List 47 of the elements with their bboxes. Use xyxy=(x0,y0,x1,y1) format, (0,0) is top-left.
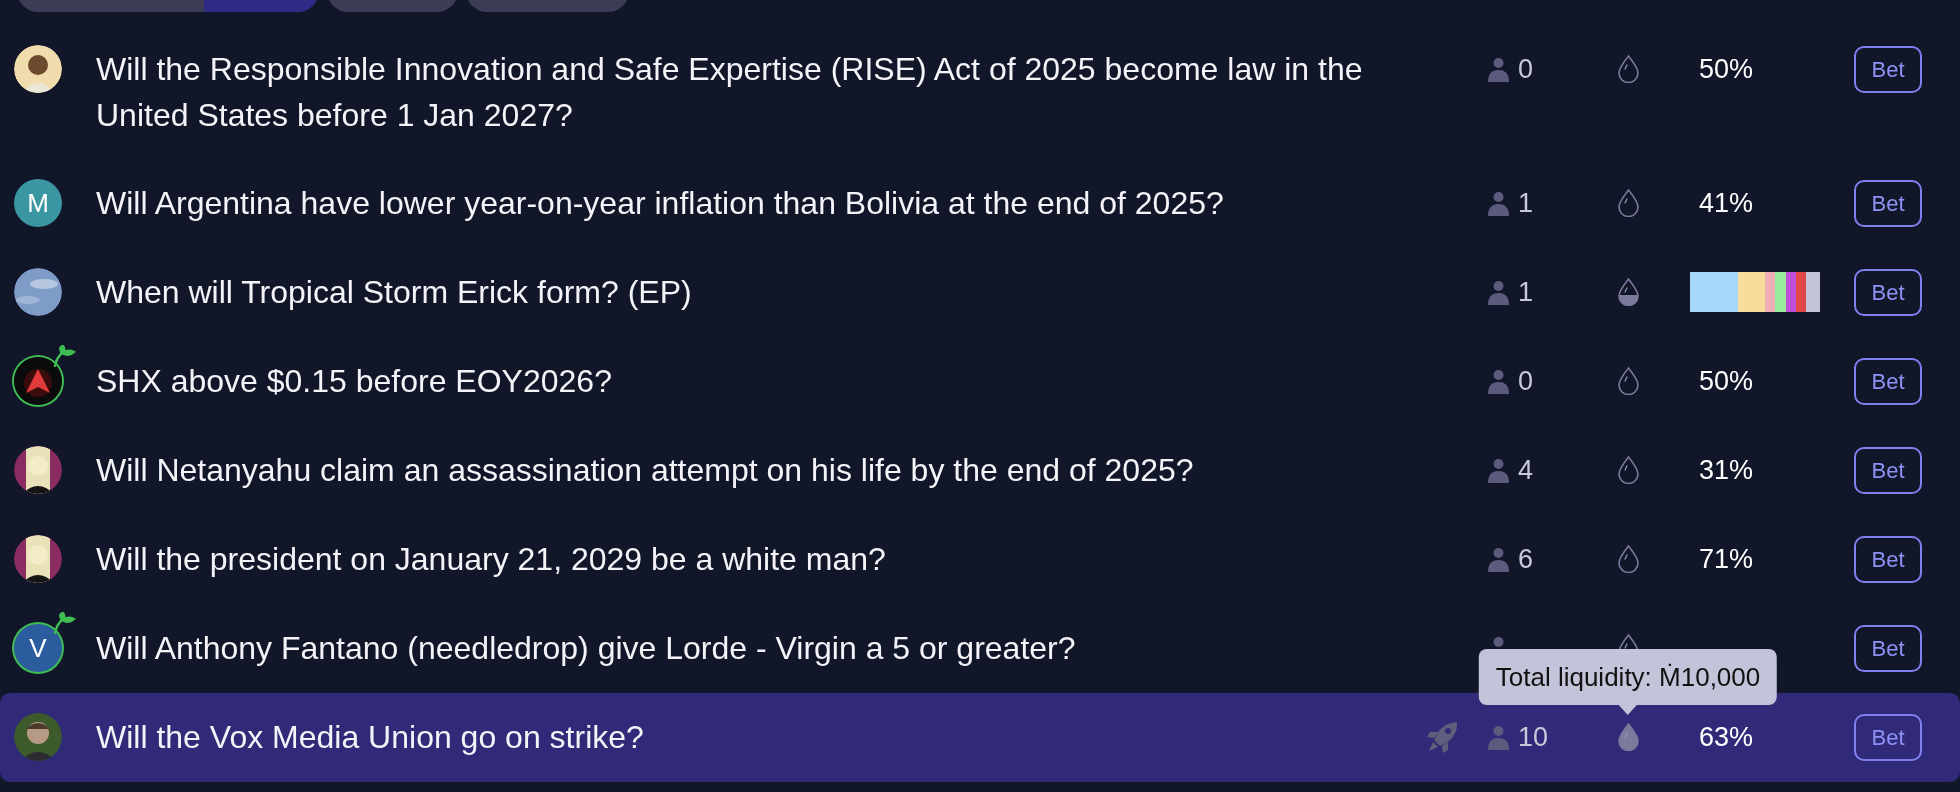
person-icon xyxy=(1487,190,1510,216)
trader-count: 6 xyxy=(1518,542,1534,576)
market-title[interactable]: Will the Vox Media Union go on strike? xyxy=(62,714,1415,760)
liquidity-icon[interactable] xyxy=(1616,367,1640,395)
liquidity-icon[interactable] xyxy=(1616,278,1640,306)
market-title[interactable]: Will the Responsible Innovation and Safe Expertise (RISE) Act of 2025 become law in the United States before 1 Jan 2027? xyxy=(62,46,1415,138)
market-title[interactable]: Will Netanyahu claim an assassination attempt on his life by the end of 2025? xyxy=(62,447,1415,493)
bet-button[interactable]: Bet xyxy=(1854,713,1922,761)
trader-count: 1 xyxy=(1518,275,1534,309)
liquidity-icon[interactable] xyxy=(1616,189,1640,217)
probability-text: 50% xyxy=(1697,364,1754,398)
person-icon xyxy=(1487,56,1510,82)
trader-count: 0 xyxy=(1518,52,1534,86)
market-title[interactable]: When will Tropical Storm Erick form? (EP) xyxy=(62,269,1415,315)
user-avatar[interactable]: V xyxy=(14,624,62,672)
trader-count: 4 xyxy=(1518,453,1534,487)
probability-text: 63% xyxy=(1697,720,1754,754)
bet-button[interactable]: Bet xyxy=(1854,45,1922,93)
bet-button[interactable]: Bet xyxy=(1854,535,1922,583)
tooltip: Total liquidity: Ṁ10,000 xyxy=(1478,649,1778,705)
market-title[interactable]: Will Argentina have lower year-on-year inflation than Bolivia at the end of 2025? xyxy=(62,180,1415,226)
liquidity-icon[interactable] xyxy=(1616,55,1640,83)
probability-text: 50% xyxy=(1697,52,1754,86)
liquidity-icon[interactable] xyxy=(1616,545,1640,573)
bet-button[interactable]: Bet xyxy=(1854,268,1922,316)
person-icon xyxy=(1487,279,1510,305)
trader-count: 10 xyxy=(1518,720,1549,754)
row-highlight[interactable] xyxy=(0,693,1960,782)
probability-text: 41% xyxy=(1697,186,1754,220)
liquidity-icon[interactable] xyxy=(1616,456,1640,484)
trader-count: 0 xyxy=(1518,364,1534,398)
probability-text: 71% xyxy=(1697,542,1754,576)
bet-button[interactable]: Bet xyxy=(1854,624,1922,672)
person-icon xyxy=(1487,546,1510,572)
person-icon xyxy=(1487,724,1510,750)
probability-text: 31% xyxy=(1697,453,1754,487)
bet-button[interactable]: Bet xyxy=(1854,357,1922,405)
market-title[interactable]: Will Anthony Fantano (needledrop) give Lorde - Virgin a 5 or greater? xyxy=(62,625,1415,671)
bet-button[interactable]: Bet xyxy=(1854,446,1922,494)
trader-count: 1 xyxy=(1518,186,1534,220)
person-icon xyxy=(1487,457,1510,483)
person-icon xyxy=(1487,368,1510,394)
market-title[interactable]: SHX above $0.15 before EOY2026? xyxy=(62,358,1415,404)
tooltip-arrow xyxy=(1619,705,1637,715)
user-avatar[interactable]: M xyxy=(14,179,62,227)
bet-button[interactable]: Bet xyxy=(1854,179,1922,227)
market-title[interactable]: Will the president on January 21, 2029 be a white man? xyxy=(62,536,1415,582)
